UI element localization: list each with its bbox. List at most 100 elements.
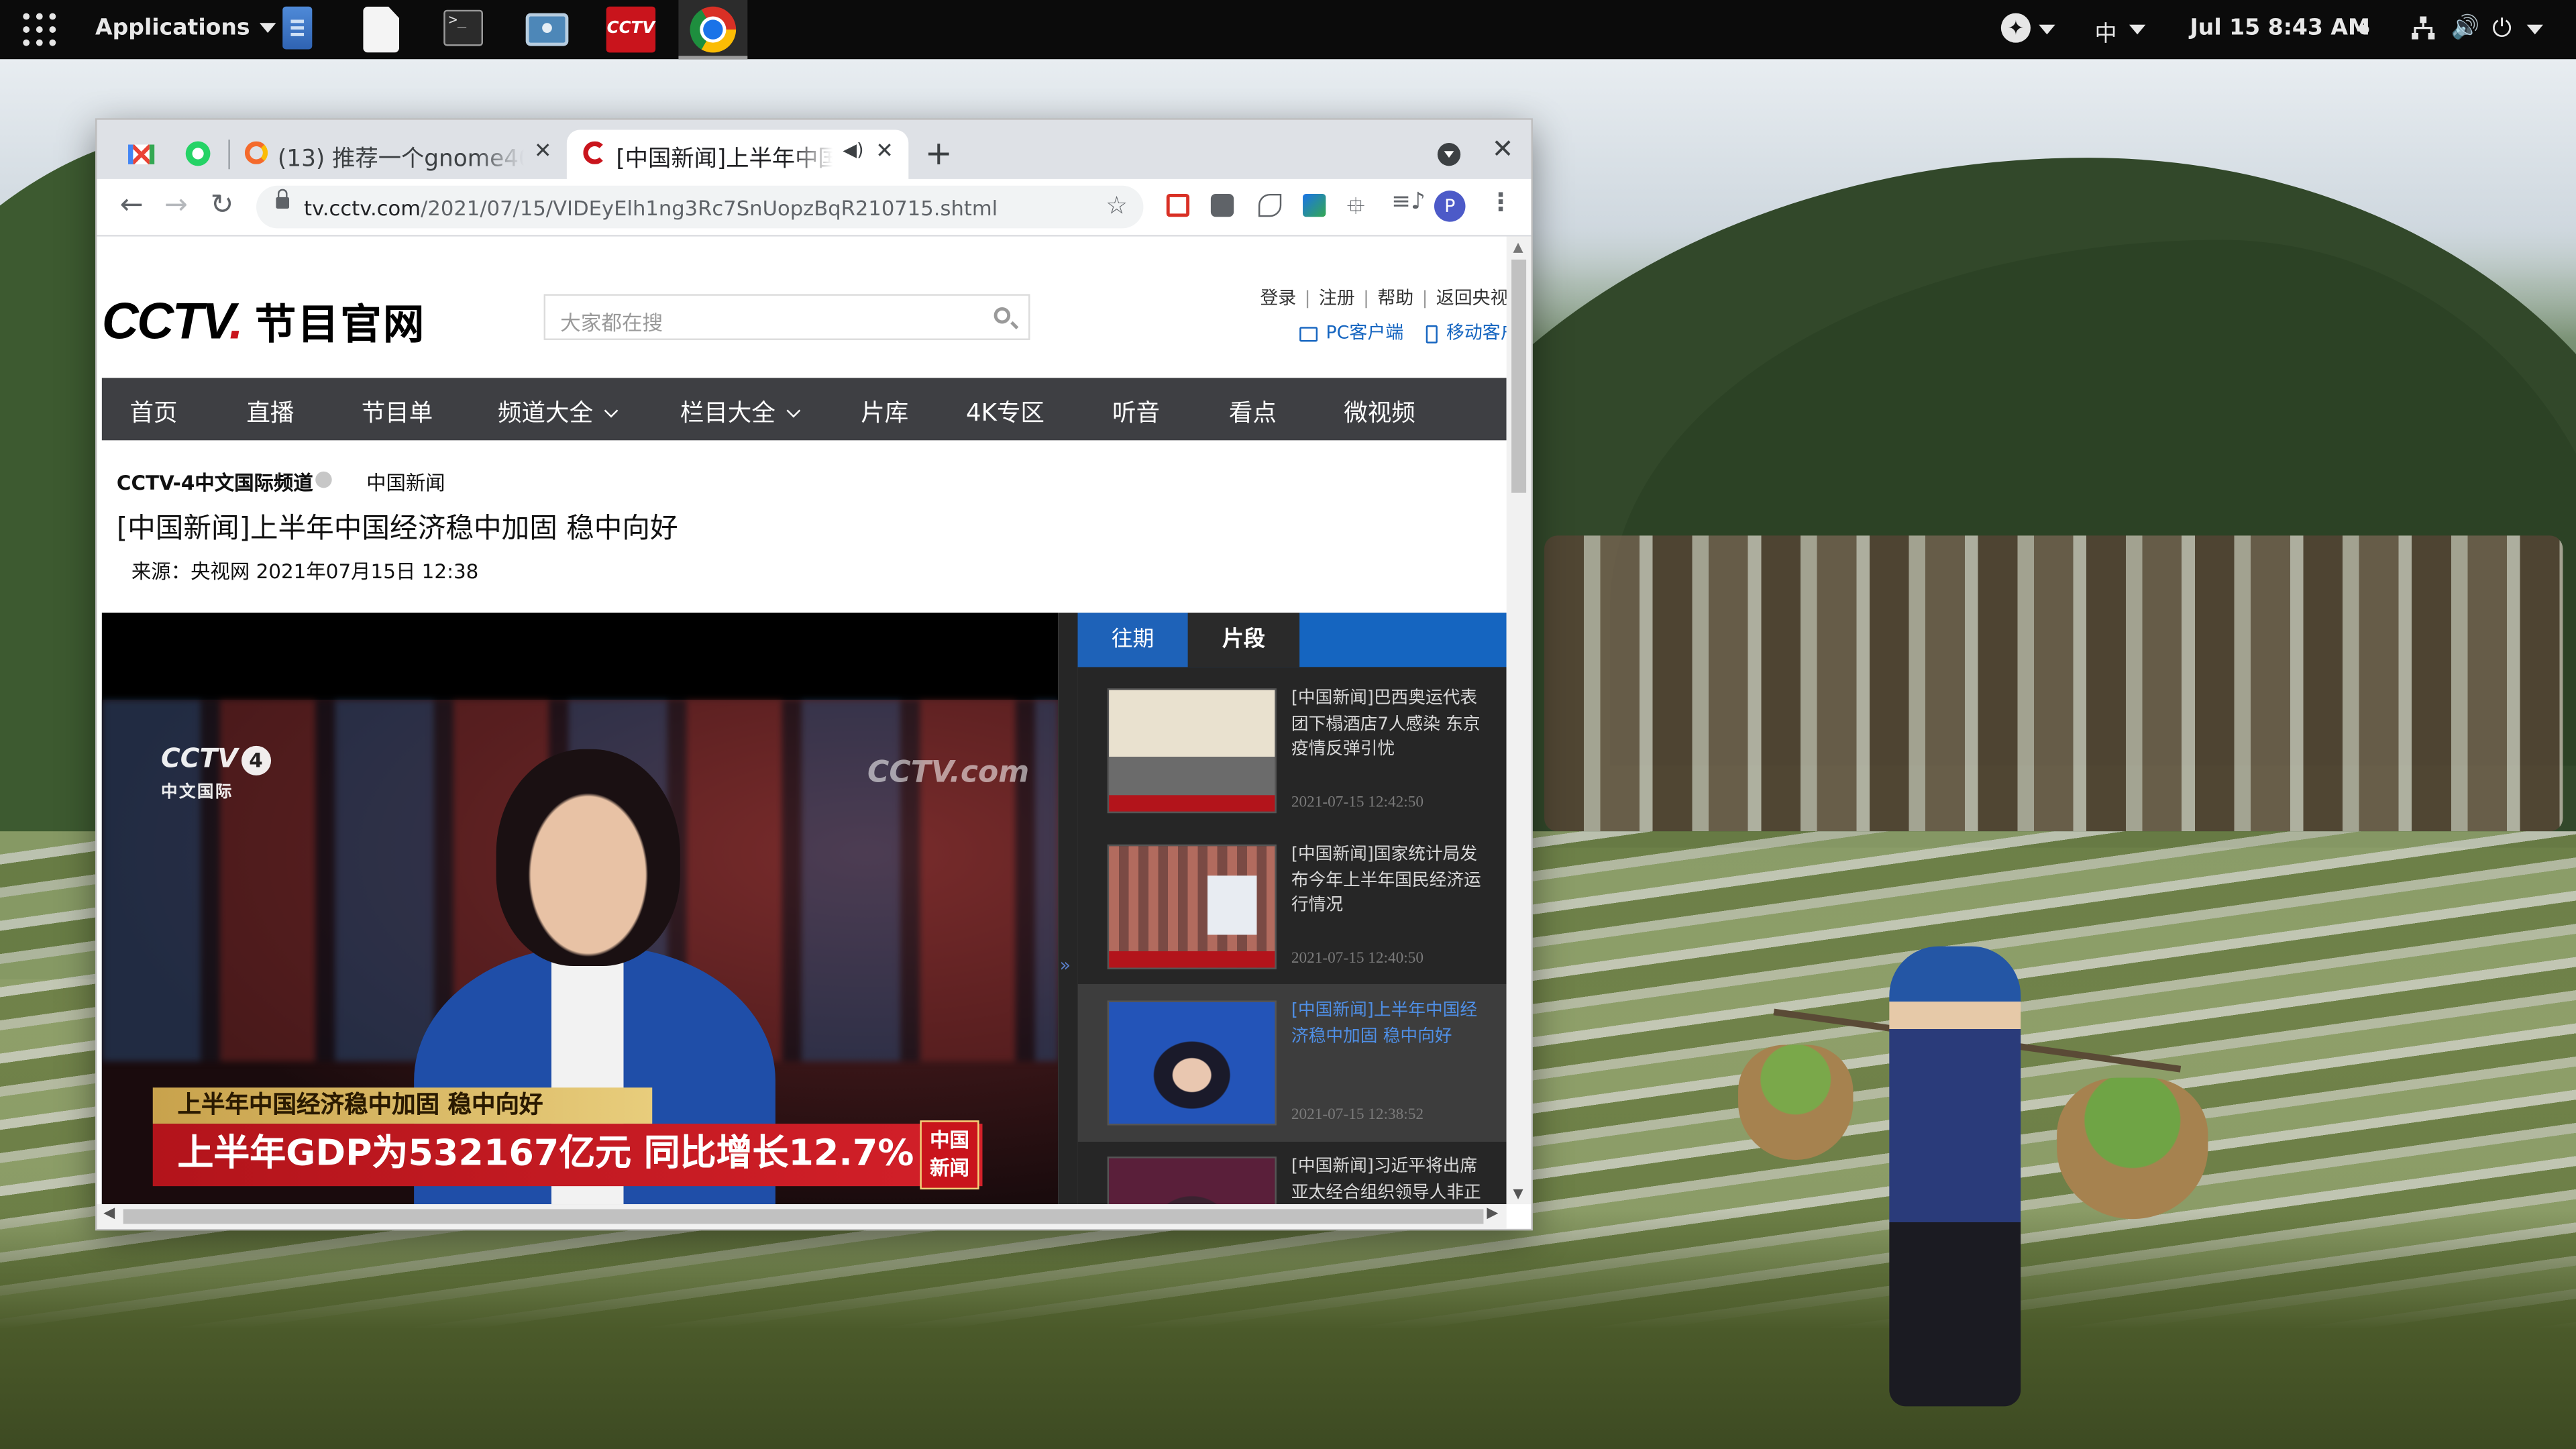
extension-icon[interactable] — [1210, 193, 1234, 217]
nav-micro-video[interactable]: 微视频 — [1344, 394, 1415, 429]
video-player[interactable]: CCTV 4 中文国际 CCTV.com 上半年中国经济稳中加固 稳中向好 上半年G… — [101, 612, 1059, 1205]
horizontal-scrollbar[interactable]: ◀ ▶ — [97, 1204, 1507, 1229]
clip-item[interactable]: [中国新闻]巴西奥运代表团下榻酒店7人感染 东京疫情反弹引忧 2021-07-1… — [1078, 672, 1507, 830]
app-grid-icon[interactable] — [23, 13, 56, 46]
accessibility-icon[interactable]: ✦ — [2000, 13, 2031, 43]
program-name[interactable]: 中国新闻 — [366, 468, 445, 496]
extension-icon[interactable] — [1303, 193, 1326, 217]
media-control-icon[interactable]: ≡♪ — [1391, 189, 1426, 215]
chrome-icon[interactable] — [690, 6, 737, 53]
close-icon[interactable]: ✕ — [875, 140, 894, 164]
scroll-up-icon[interactable]: ▲ — [1513, 240, 1523, 255]
help-link[interactable]: 帮助 — [1377, 288, 1413, 309]
clip-thumbnail[interactable] — [1107, 844, 1277, 969]
bookmark-star-icon[interactable]: ☆ — [1106, 191, 1128, 220]
tab-search-icon[interactable] — [1437, 143, 1461, 166]
network-icon[interactable] — [2412, 16, 2435, 40]
tab-gnome-post[interactable]: (13) 推荐一个gnome40 ✕ — [235, 129, 564, 178]
nav-live[interactable]: 直播 — [246, 394, 294, 429]
verified-badge-icon — [315, 471, 332, 488]
profile-avatar[interactable]: P — [1434, 191, 1466, 222]
lock-icon[interactable] — [276, 189, 290, 209]
chevron-down-icon — [2526, 24, 2544, 35]
url-text[interactable]: tv.cctv.com/2021/07/15/VIDEyElh1ng3Rc7Sn… — [304, 195, 998, 220]
clip-item-active[interactable]: [中国新闻]上半年中国经济稳中加固 稳中向好 2021-07-15 12:38:… — [1077, 983, 1507, 1142]
extensions-puzzle-icon[interactable]: ⯐ — [1347, 189, 1364, 229]
cctv-app-icon[interactable]: CCTV — [606, 6, 656, 53]
forward-button[interactable]: → — [164, 189, 188, 222]
screenshot-icon[interactable] — [525, 13, 569, 46]
clip-thumbnail[interactable] — [1107, 1000, 1277, 1126]
back-to-cctv-link[interactable]: 返回央视网 — [1436, 288, 1507, 309]
video-logo-number: 4 — [241, 745, 271, 775]
terminal-icon[interactable]: >_ — [443, 9, 484, 46]
chevron-right-icon: » — [1059, 954, 1071, 976]
files-icon[interactable] — [282, 6, 313, 50]
volume-icon[interactable]: 🔊 — [2451, 15, 2480, 41]
whatsapp-pinned-tab-icon[interactable] — [185, 141, 211, 166]
clip-title[interactable]: [中国新闻]国家统计局发布今年上半年国民经济运行情况 — [1291, 843, 1485, 919]
power-icon[interactable]: ⏻ — [2492, 13, 2512, 43]
pc-client-link[interactable]: PC客户端 — [1326, 322, 1403, 343]
nav-audio[interactable]: 听音 — [1112, 394, 1160, 429]
scrollbar-thumb[interactable] — [123, 1209, 1484, 1224]
program-tag-line2: 新闻 — [930, 1157, 969, 1180]
nav-home[interactable]: 首页 — [129, 394, 177, 429]
applications-label: Applications — [95, 15, 250, 42]
tab-past-episodes[interactable]: 往期 — [1077, 612, 1188, 667]
clip-item[interactable]: [中国新闻]习近平将出席亚太经合组织领导人非正式会议 — [1078, 1140, 1507, 1205]
register-link[interactable]: 注册 — [1319, 288, 1355, 309]
tab-clips[interactable]: 片段 — [1187, 612, 1300, 667]
vertical-scrollbar[interactable]: ▲ ▼ — [1506, 236, 1532, 1205]
clip-thumbnail[interactable] — [1107, 688, 1277, 814]
scroll-right-icon[interactable]: ▶ — [1487, 1206, 1498, 1222]
back-button[interactable]: ← — [120, 189, 144, 222]
more-menu-icon[interactable]: ⋮ — [1489, 187, 1513, 217]
chevron-down-icon — [604, 403, 619, 418]
nav-highlights[interactable]: 看点 — [1229, 394, 1277, 429]
nav-4k[interactable]: 4K专区 — [966, 394, 1044, 429]
nav-columns[interactable]: 栏目大全 — [680, 394, 801, 429]
new-tab-button[interactable]: + — [925, 133, 953, 172]
nav-library[interactable]: 片库 — [861, 394, 908, 429]
text-editor-icon[interactable] — [363, 6, 400, 53]
input-method-indicator[interactable]: 中 — [2094, 15, 2116, 48]
close-icon[interactable]: ✕ — [534, 140, 552, 164]
reload-button[interactable]: ↻ — [210, 189, 233, 222]
clip-date: 2021-07-15 12:42:50 — [1291, 795, 1424, 812]
page-title: [中国新闻]上半年中国经济稳中加固 稳中向好 — [116, 513, 678, 546]
scrollbar-thumb[interactable] — [1511, 259, 1527, 493]
page-viewport: CCTV.节目官网 大家都在搜 登录|注册|帮助|返回央视网 PC客户端 移动客户… — [97, 236, 1507, 1205]
nav-channels[interactable]: 频道大全 — [498, 394, 619, 429]
gmail-pinned-tab-icon[interactable] — [128, 144, 155, 164]
cctv-favicon-icon — [583, 141, 606, 164]
login-link[interactable]: 登录 — [1260, 288, 1296, 309]
applications-menu[interactable]: Applications — [95, 15, 276, 41]
tab-title: [中国新闻]上半年中国 — [616, 146, 833, 173]
clip-title[interactable]: [中国新闻]习近平将出席亚太经合组织领导人非正式会议 — [1291, 1155, 1485, 1204]
site-favicon-icon — [244, 141, 268, 164]
search-icon[interactable] — [994, 307, 1011, 324]
address-bar[interactable]: tv.cctv.com/2021/07/15/VIDEyElh1ng3Rc7Sn… — [256, 185, 1144, 229]
clip-thumbnail[interactable] — [1107, 1157, 1277, 1205]
nav-schedule[interactable]: 节目单 — [362, 394, 433, 429]
audio-playing-icon[interactable]: ◀) — [843, 140, 863, 161]
site-search-input[interactable]: 大家都在搜 — [543, 294, 1030, 340]
scroll-left-icon[interactable]: ◀ — [103, 1206, 115, 1222]
tab-cctv-news[interactable]: [中国新闻]上半年中国 ◀) ✕ — [566, 129, 909, 179]
cctv-logo[interactable]: CCTV. 节目官网 — [102, 292, 426, 352]
gmail-extension-icon[interactable] — [1166, 193, 1190, 217]
nav-columns-label: 栏目大全 — [680, 400, 775, 427]
window-close-button[interactable]: ✕ — [1492, 133, 1514, 164]
mobile-client-link[interactable]: 移动客户端 — [1446, 322, 1507, 343]
panel-toggle[interactable]: » — [1058, 612, 1078, 1205]
clip-title[interactable]: [中国新闻]上半年中国经济稳中加固 稳中向好 — [1291, 999, 1485, 1050]
clip-title[interactable]: [中国新闻]巴西奥运代表团下榻酒店7人感染 东京疫情反弹引忧 — [1291, 687, 1485, 763]
chevron-down-icon — [786, 403, 801, 418]
clip-item[interactable]: [中国新闻]国家统计局发布今年上半年国民经济运行情况 2021-07-15 12… — [1078, 828, 1507, 985]
channel-name[interactable]: CCTV-4中文国际频道 — [117, 468, 313, 496]
extension-icon[interactable] — [1258, 193, 1282, 217]
video-frame[interactable]: CCTV 4 中文国际 CCTV.com 上半年中国经济稳中加固 稳中向好 上半年G… — [101, 700, 1059, 1205]
scroll-down-icon[interactable]: ▼ — [1513, 1186, 1523, 1201]
clock[interactable]: Jul 15 8:43 AM — [2190, 15, 2369, 41]
